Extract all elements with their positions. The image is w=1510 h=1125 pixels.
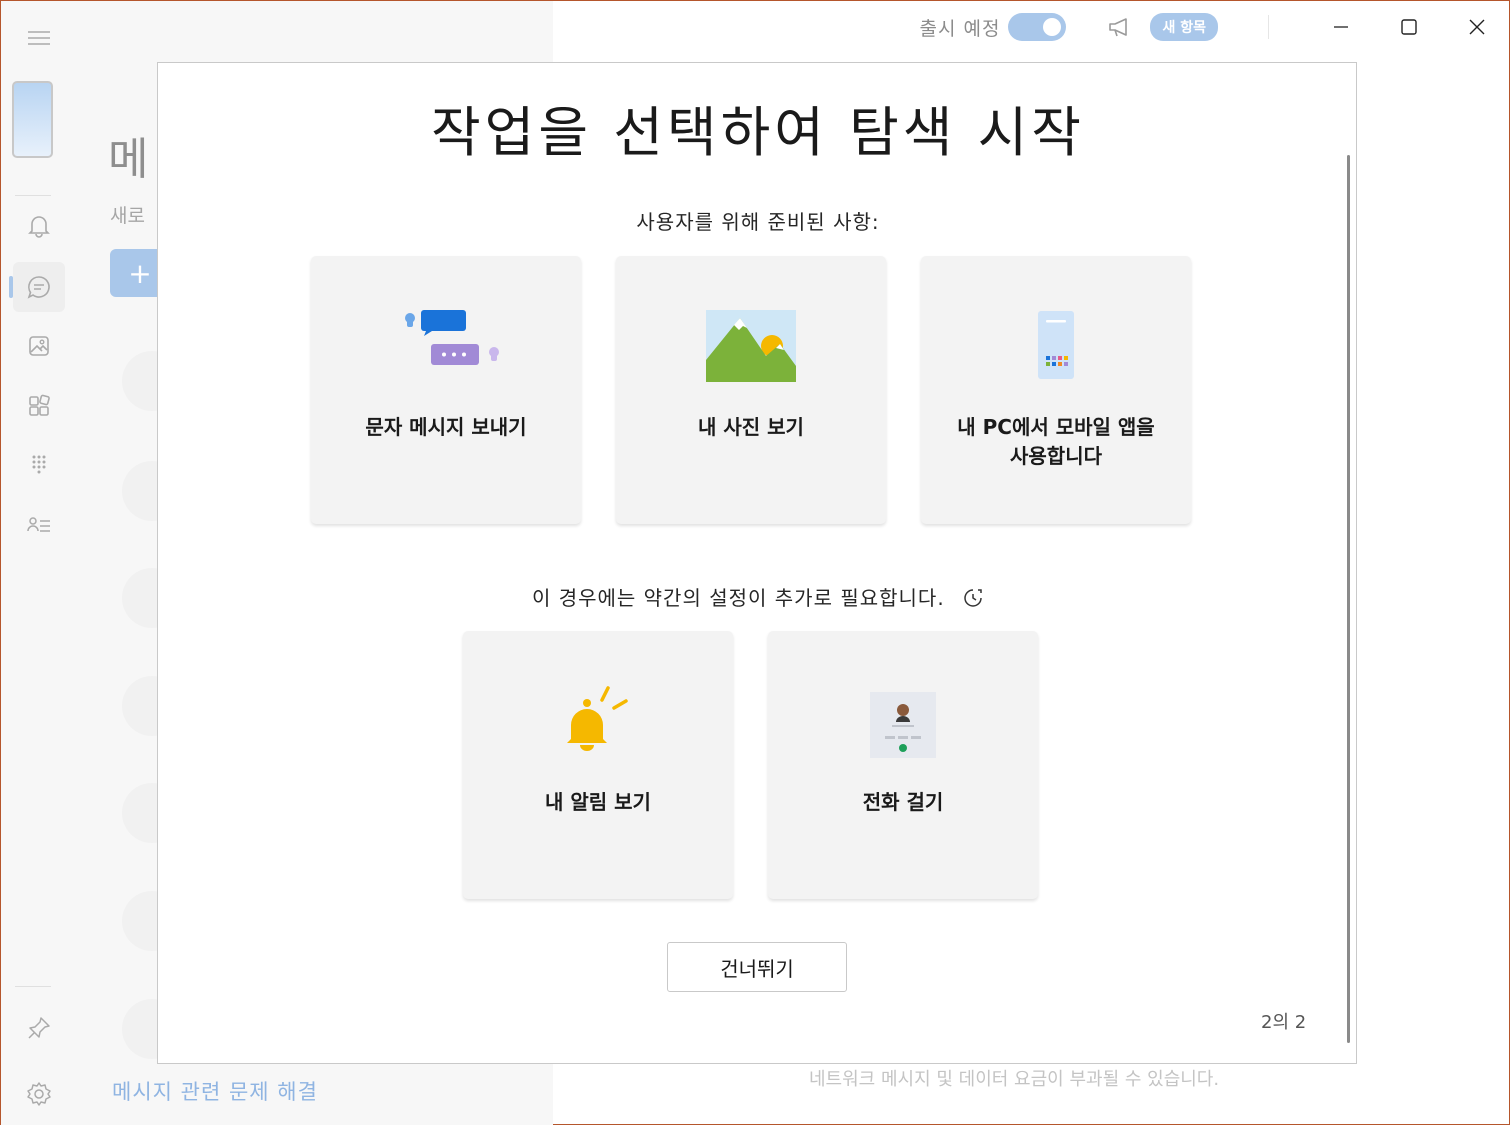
page-indicator: 2의 2 bbox=[1261, 1012, 1307, 1033]
maximize-button[interactable] bbox=[1375, 1, 1443, 53]
close-icon bbox=[1469, 19, 1485, 35]
nav-rail bbox=[1, 1, 76, 1125]
send-messages-card[interactable]: 문자 메시지 보내기 bbox=[311, 256, 581, 524]
get-started-dialog: 작업을 선택하여 탐색 시작 사용자를 위해 준비된 사항: 문자 메시지 보내… bbox=[157, 62, 1357, 1064]
phone-thumbnail[interactable] bbox=[12, 81, 53, 158]
gear-icon bbox=[27, 1082, 51, 1106]
pin-icon bbox=[28, 1017, 50, 1039]
contact-call-icon bbox=[870, 692, 936, 758]
messages-icon bbox=[405, 310, 499, 365]
title-separator bbox=[1268, 15, 1269, 39]
maximize-icon bbox=[1401, 19, 1417, 35]
view-photos-card[interactable]: 내 사진 보기 bbox=[616, 256, 886, 524]
photos-icon bbox=[706, 310, 796, 382]
data-charges-disclaimer: 네트워크 메시지 및 데이터 요금이 부과될 수 있습니다. bbox=[809, 1069, 1220, 1090]
make-calls-card[interactable]: 전화 걸기 bbox=[768, 631, 1038, 899]
troubleshoot-link[interactable]: 메시지 관련 문제 해결 bbox=[112, 1076, 318, 1106]
page-subtitle: 새로 bbox=[110, 205, 145, 227]
new-items-badge[interactable]: 새 항목 bbox=[1150, 13, 1218, 41]
ready-section-label: 사용자를 위해 준비된 사항: bbox=[636, 210, 880, 234]
skip-button[interactable]: 건너뛰기 bbox=[667, 942, 847, 992]
dialpad-icon bbox=[32, 455, 46, 474]
title-bar-controls: 출시 예정 새 항목 bbox=[920, 1, 1510, 53]
dialog-title: 작업을 선택하여 탐색 시작 bbox=[431, 101, 1085, 164]
use-mobile-apps-label: 내 PC에서 모바일 앱을 사용합니다 bbox=[957, 415, 1155, 468]
photos-outline-icon bbox=[29, 336, 49, 356]
nav-photos[interactable] bbox=[13, 321, 65, 371]
rail-separator bbox=[15, 195, 51, 196]
use-mobile-apps-card[interactable]: 내 PC에서 모바일 앱을 사용합니다 bbox=[921, 256, 1191, 524]
page-title: 메 bbox=[108, 134, 149, 185]
close-button[interactable] bbox=[1443, 1, 1510, 53]
nav-contacts[interactable] bbox=[13, 500, 65, 550]
minimize-icon bbox=[1334, 26, 1348, 28]
make-calls-label: 전화 걸기 bbox=[862, 790, 944, 814]
contacts-list-icon bbox=[27, 517, 50, 532]
nav-dialpad[interactable] bbox=[13, 440, 65, 490]
view-photos-label: 내 사진 보기 bbox=[698, 415, 804, 439]
rail-separator bbox=[15, 986, 51, 987]
hamburger-icon bbox=[28, 31, 50, 45]
apps-icon bbox=[29, 394, 50, 416]
setup-section-label: 이 경우에는 약간의 설정이 추가로 필요합니다. bbox=[158, 582, 1358, 611]
setup-clock-icon bbox=[964, 589, 982, 607]
phone-apps-icon bbox=[1038, 311, 1074, 379]
coming-soon-label: 출시 예정 bbox=[919, 17, 1001, 40]
view-notifications-card[interactable]: 내 알림 보기 bbox=[463, 631, 733, 899]
nav-pin[interactable] bbox=[13, 1003, 65, 1053]
nav-messages[interactable] bbox=[9, 262, 65, 312]
toggle-knob bbox=[1043, 18, 1062, 36]
view-notifications-label: 내 알림 보기 bbox=[545, 790, 651, 814]
send-messages-label: 문자 메시지 보내기 bbox=[365, 415, 527, 439]
chat-bubble-icon bbox=[27, 276, 50, 299]
nav-apps[interactable] bbox=[13, 381, 65, 431]
megaphone-icon[interactable] bbox=[1106, 13, 1134, 41]
nav-settings[interactable] bbox=[13, 1069, 65, 1119]
bell-icon bbox=[567, 686, 628, 751]
nav-notifications[interactable] bbox=[13, 201, 65, 251]
coming-soon-toggle[interactable] bbox=[1008, 13, 1067, 41]
bell-outline-icon bbox=[28, 216, 50, 238]
setup-section-text: 이 경우에는 약간의 설정이 추가로 필요합니다. bbox=[531, 586, 945, 610]
hamburger-menu-button[interactable] bbox=[13, 13, 65, 63]
minimize-button[interactable] bbox=[1307, 1, 1375, 53]
